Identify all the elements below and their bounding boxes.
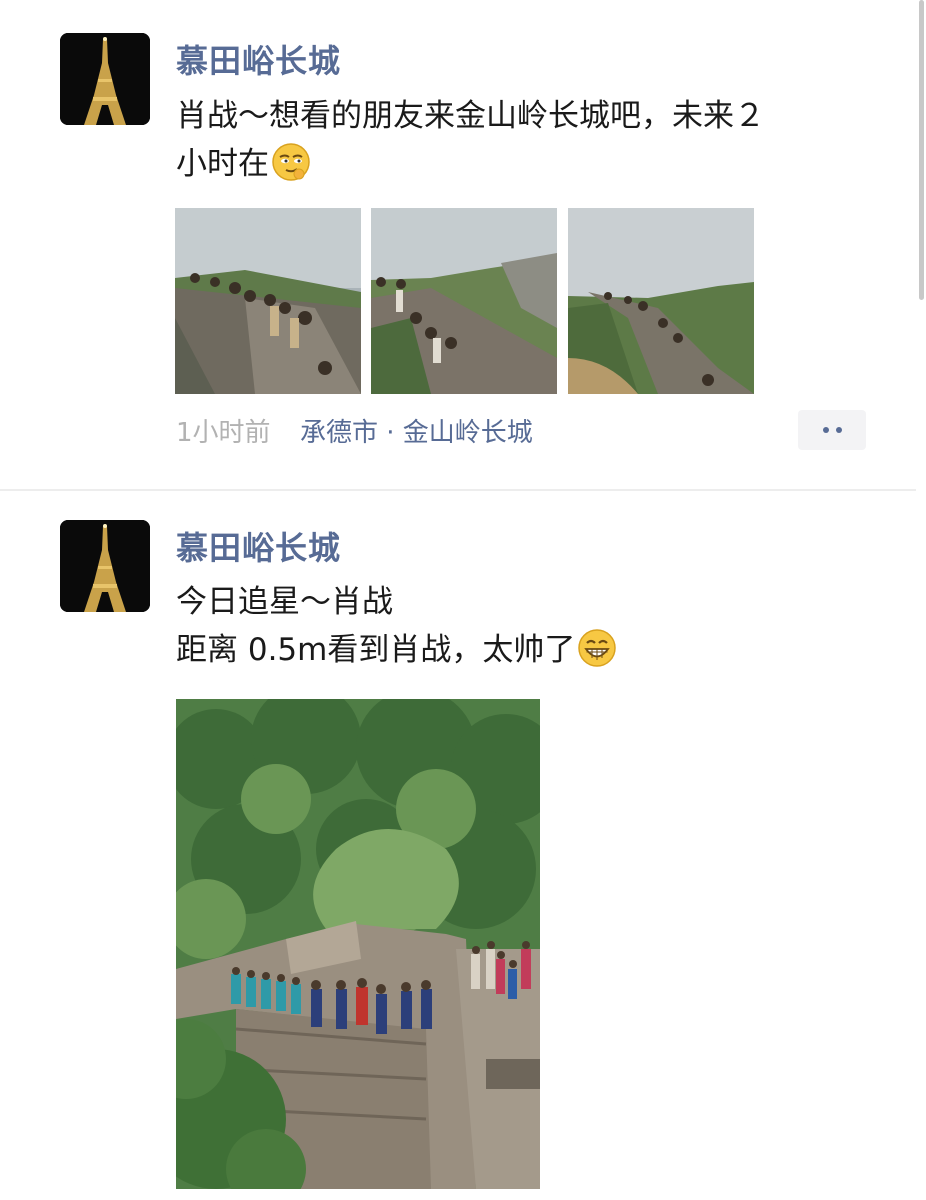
moment-post: 慕田峪长城 肖战～想看的朋友来金山岭长城吧，未来２ 小时在 1小时前 承德市 ·…: [0, 0, 916, 490]
post-text: 今日追星～肖战 距离 0.5m看到肖战，太帅了: [176, 578, 876, 674]
avatar[interactable]: [60, 33, 150, 125]
great-wall-stairs-photo-2[interactable]: [371, 208, 557, 394]
great-wall-stairs-photo-1[interactable]: [175, 208, 361, 394]
post-time: 1小时前: [176, 418, 271, 448]
post-text-line: 小时在: [176, 140, 876, 188]
scrollbar[interactable]: [919, 0, 924, 300]
post-text-fragment: 距离 0.5m看到肖战，太帅了: [176, 632, 576, 668]
post-divider: [0, 489, 916, 491]
post-text-fragment: 小时在: [176, 146, 269, 182]
eiffel-tower-icon: [60, 520, 150, 612]
avatar[interactable]: [60, 520, 150, 612]
author-name[interactable]: 慕田峪长城: [176, 523, 341, 569]
more-options-button[interactable]: [798, 410, 866, 450]
post-text-line: 肖战～想看的朋友来金山岭长城吧，未来２: [176, 98, 765, 134]
great-wall-crowd-photo[interactable]: [176, 699, 540, 1189]
post-text-line: 距离 0.5m看到肖战，太帅了: [176, 626, 876, 674]
grin-emoji-icon: [577, 628, 617, 668]
smirk-emoji-icon: [271, 142, 311, 182]
author-name[interactable]: 慕田峪长城: [176, 36, 341, 82]
great-wall-stairs-photo-3[interactable]: [568, 208, 754, 394]
dot-icon: [835, 427, 842, 433]
post-location[interactable]: 承德市 · 金山岭长城: [300, 412, 533, 449]
post-text: 肖战～想看的朋友来金山岭长城吧，未来２ 小时在: [176, 92, 876, 188]
dot-icon: [822, 427, 829, 433]
eiffel-tower-icon: [60, 33, 150, 125]
post-text-line: 今日追星～肖战: [176, 584, 393, 620]
